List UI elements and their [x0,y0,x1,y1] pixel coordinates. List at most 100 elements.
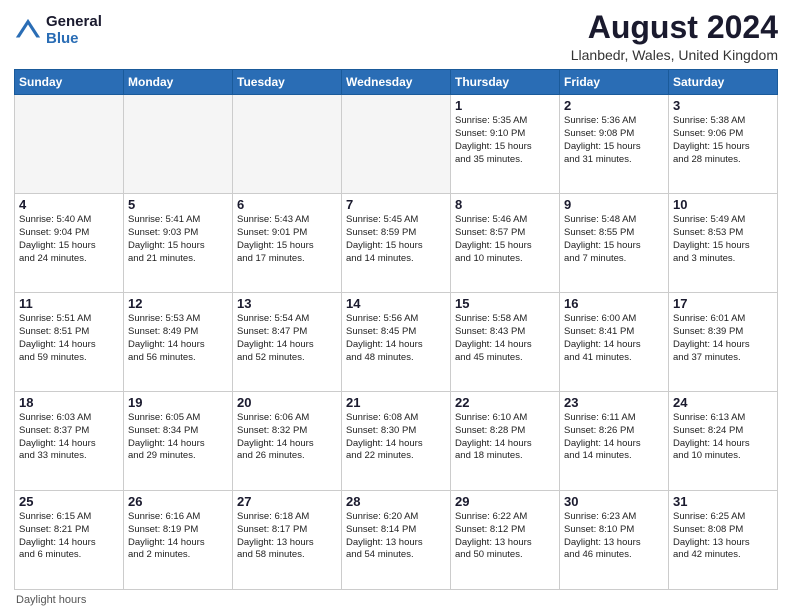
title-block: August 2024 Llanbedr, Wales, United King… [571,10,778,63]
day-info: Sunrise: 5:51 AM Sunset: 8:51 PM Dayligh… [19,313,119,364]
day-info: Sunrise: 5:46 AM Sunset: 8:57 PM Dayligh… [455,214,555,265]
day-number: 21 [346,395,446,410]
day-info: Sunrise: 6:25 AM Sunset: 8:08 PM Dayligh… [673,511,773,562]
calendar-cell: 4Sunrise: 5:40 AM Sunset: 9:04 PM Daylig… [15,194,124,293]
calendar-cell: 25 Sunrise: 6:15 AM Sunset: 8:21 PM Dayli… [15,491,124,590]
day-info: Sunrise: 5:48 AM Sunset: 8:55 PM Dayligh… [564,214,664,265]
calendar-cell: 31Sunrise: 6:25 AM Sunset: 8:08 PM Dayli… [669,491,778,590]
calendar-cell [15,95,124,194]
day-info: Sunrise: 6:05 AM Sunset: 8:34 PM Dayligh… [128,412,228,463]
day-info: Sunrise: 5:43 AM Sunset: 9:01 PM Dayligh… [237,214,337,265]
day-info: Sunrise: 5:53 AM Sunset: 8:49 PM Dayligh… [128,313,228,364]
day-number: 12 [128,296,228,311]
calendar-cell: 16 Sunrise: 6:00 AM Sunset: 8:41 PM Dayli… [560,293,669,392]
day-number: 16 [564,296,664,311]
day-info: Sunrise: 5:58 AM Sunset: 8:43 PM Dayligh… [455,313,555,364]
day-number: 23 [564,395,664,410]
calendar-cell: 11 Sunrise: 5:51 AM Sunset: 8:51 PM Dayli… [15,293,124,392]
day-info: Sunrise: 6:06 AM Sunset: 8:32 PM Dayligh… [237,412,337,463]
day-number: 18 [19,395,119,410]
day-number: 4 [19,197,119,212]
week-row-3: 18 Sunrise: 6:03 AM Sunset: 8:37 PM Dayli… [15,392,778,491]
calendar-cell: 9 Sunrise: 5:48 AM Sunset: 8:55 PM Daylig… [560,194,669,293]
day-info: Sunrise: 6:15 AM Sunset: 8:21 PM Dayligh… [19,511,119,562]
calendar-cell: 6 Sunrise: 5:43 AM Sunset: 9:01 PM Daylig… [233,194,342,293]
day-info: Sunrise: 5:54 AM Sunset: 8:47 PM Dayligh… [237,313,337,364]
calendar-cell: 12 Sunrise: 5:53 AM Sunset: 8:49 PM Dayli… [124,293,233,392]
day-info: Sunrise: 6:23 AM Sunset: 8:10 PM Dayligh… [564,511,664,562]
day-number: 24 [673,395,773,410]
calendar-cell: 3Sunrise: 5:38 AM Sunset: 9:06 PM Daylig… [669,95,778,194]
day-number: 17 [673,296,773,311]
calendar-cell: 19Sunrise: 6:05 AM Sunset: 8:34 PM Dayli… [124,392,233,491]
calendar-cell: 14Sunrise: 5:56 AM Sunset: 8:45 PM Dayli… [342,293,451,392]
calendar-cell: 22 Sunrise: 6:10 AM Sunset: 8:28 PM Dayli… [451,392,560,491]
day-number: 25 [19,494,119,509]
day-info: Sunrise: 6:08 AM Sunset: 8:30 PM Dayligh… [346,412,446,463]
day-number: 5 [128,197,228,212]
week-row-4: 25 Sunrise: 6:15 AM Sunset: 8:21 PM Dayli… [15,491,778,590]
page: General Blue August 2024 Llanbedr, Wales… [0,0,792,612]
calendar-cell: 7Sunrise: 5:45 AM Sunset: 8:59 PM Daylig… [342,194,451,293]
calendar-cell: 5 Sunrise: 5:41 AM Sunset: 9:03 PM Daylig… [124,194,233,293]
calendar-cell [233,95,342,194]
day-number: 14 [346,296,446,311]
calendar-cell: 20Sunrise: 6:06 AM Sunset: 8:32 PM Dayli… [233,392,342,491]
calendar-cell: 15 Sunrise: 5:58 AM Sunset: 8:43 PM Dayli… [451,293,560,392]
col-tuesday: Tuesday [233,70,342,95]
day-number: 6 [237,197,337,212]
day-info: Sunrise: 6:18 AM Sunset: 8:17 PM Dayligh… [237,511,337,562]
col-thursday: Thursday [451,70,560,95]
day-number: 22 [455,395,555,410]
calendar-cell: 26 Sunrise: 6:16 AM Sunset: 8:19 PM Dayli… [124,491,233,590]
day-info: Sunrise: 5:35 AM Sunset: 9:10 PM Dayligh… [455,115,555,166]
footer-note: Daylight hours [14,594,778,606]
logo-text: General Blue [46,14,102,47]
day-number: 9 [564,197,664,212]
day-info: Sunrise: 5:36 AM Sunset: 9:08 PM Dayligh… [564,115,664,166]
week-row-0: 1 Sunrise: 5:35 AM Sunset: 9:10 PM Daylig… [15,95,778,194]
day-info: Sunrise: 6:16 AM Sunset: 8:19 PM Dayligh… [128,511,228,562]
day-number: 26 [128,494,228,509]
logo: General Blue [14,14,102,47]
day-number: 27 [237,494,337,509]
calendar-cell: 1 Sunrise: 5:35 AM Sunset: 9:10 PM Daylig… [451,95,560,194]
day-number: 28 [346,494,446,509]
day-number: 29 [455,494,555,509]
day-number: 30 [564,494,664,509]
calendar-cell: 17 Sunrise: 6:01 AM Sunset: 8:39 PM Dayli… [669,293,778,392]
logo-general: General [46,14,102,31]
calendar-cell: 10 Sunrise: 5:49 AM Sunset: 8:53 PM Dayli… [669,194,778,293]
day-info: Sunrise: 6:00 AM Sunset: 8:41 PM Dayligh… [564,313,664,364]
calendar-cell: 18 Sunrise: 6:03 AM Sunset: 8:37 PM Dayli… [15,392,124,491]
day-number: 1 [455,98,555,113]
day-info: Sunrise: 5:49 AM Sunset: 8:53 PM Dayligh… [673,214,773,265]
day-info: Sunrise: 6:13 AM Sunset: 8:24 PM Dayligh… [673,412,773,463]
day-info: Sunrise: 6:01 AM Sunset: 8:39 PM Dayligh… [673,313,773,364]
calendar-cell: 13 Sunrise: 5:54 AM Sunset: 8:47 PM Dayli… [233,293,342,392]
col-monday: Monday [124,70,233,95]
day-number: 13 [237,296,337,311]
day-info: Sunrise: 5:41 AM Sunset: 9:03 PM Dayligh… [128,214,228,265]
calendar-cell: 30 Sunrise: 6:23 AM Sunset: 8:10 PM Dayli… [560,491,669,590]
day-number: 15 [455,296,555,311]
day-info: Sunrise: 6:03 AM Sunset: 8:37 PM Dayligh… [19,412,119,463]
day-number: 10 [673,197,773,212]
calendar-cell: 2 Sunrise: 5:36 AM Sunset: 9:08 PM Daylig… [560,95,669,194]
calendar-header-row: Sunday Monday Tuesday Wednesday Thursday… [15,70,778,95]
header: General Blue August 2024 Llanbedr, Wales… [14,10,778,63]
calendar-cell: 24 Sunrise: 6:13 AM Sunset: 8:24 PM Dayli… [669,392,778,491]
day-number: 11 [19,296,119,311]
day-number: 8 [455,197,555,212]
day-number: 3 [673,98,773,113]
day-number: 2 [564,98,664,113]
calendar-cell: 21 Sunrise: 6:08 AM Sunset: 8:30 PM Dayli… [342,392,451,491]
day-info: Sunrise: 5:45 AM Sunset: 8:59 PM Dayligh… [346,214,446,265]
col-friday: Friday [560,70,669,95]
day-info: Sunrise: 6:10 AM Sunset: 8:28 PM Dayligh… [455,412,555,463]
day-info: Sunrise: 6:20 AM Sunset: 8:14 PM Dayligh… [346,511,446,562]
week-row-2: 11 Sunrise: 5:51 AM Sunset: 8:51 PM Dayli… [15,293,778,392]
calendar-cell: 28 Sunrise: 6:20 AM Sunset: 8:14 PM Dayli… [342,491,451,590]
logo-icon [14,17,42,45]
logo-blue: Blue [46,31,102,48]
